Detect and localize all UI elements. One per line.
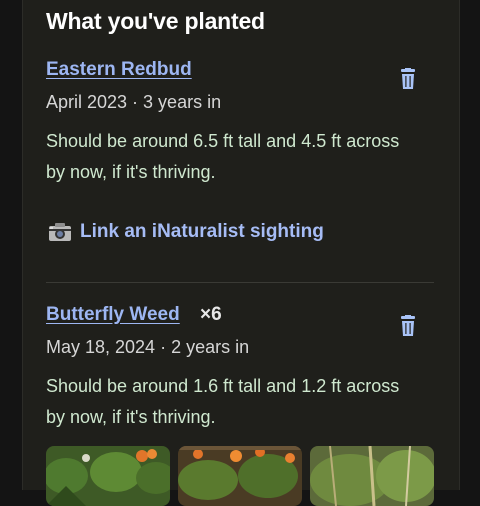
trash-icon[interactable] [398,315,418,337]
plant-photo[interactable] [178,446,302,506]
section-title: What you've planted [46,8,265,34]
plant-meta: April 2023 · 3 years in [46,92,222,112]
camera-icon [49,223,71,241]
plant-photo[interactable] [46,446,170,506]
plant-name-link[interactable]: Eastern Redbud [46,59,192,81]
plant-description: Should be around 6.5 ft tall and 4.5 ft … [46,131,400,182]
plant-description: Should be around 1.6 ft tall and 1.2 ft … [46,376,400,427]
inaturalist-link[interactable]: Link an iNaturalist sighting [48,221,324,243]
plant-photo[interactable] [310,446,434,506]
plant-quantity: ×6 [200,304,222,325]
plant-meta: May 18, 2024 · 2 years in [46,337,250,357]
divider [46,282,434,283]
trash-icon[interactable] [398,68,418,90]
inaturalist-link-label[interactable]: Link an iNaturalist sighting [80,221,324,243]
plant-name-link[interactable]: Butterfly Weed [46,304,180,326]
